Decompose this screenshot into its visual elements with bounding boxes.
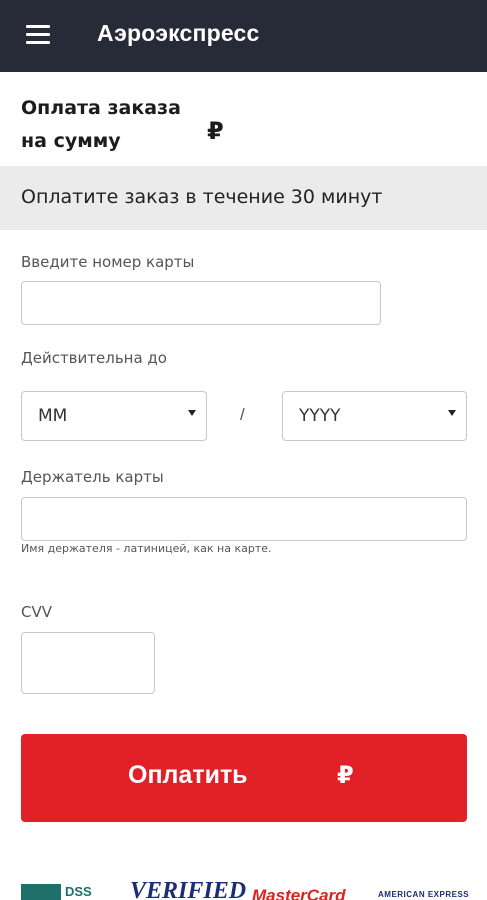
valid-until-label: Действительна до — [21, 349, 167, 367]
expiry-year-value: YYYY — [299, 406, 341, 426]
payment-logos: DSS VERIFIED MasterCard AMERICAN EXPRESS — [0, 870, 487, 900]
order-currency-symbol: ₽ — [207, 117, 224, 145]
dropdown-arrow-icon — [188, 410, 196, 416]
card-number-input[interactable] — [21, 281, 381, 325]
order-title: Оплата заказа на сумму — [21, 92, 181, 158]
cvv-label: CVV — [21, 603, 52, 621]
expiry-separator: / — [240, 405, 245, 424]
pci-dss-logo: DSS — [21, 884, 105, 900]
expiry-month-value: MM — [38, 406, 68, 426]
cvv-input[interactable] — [21, 632, 155, 694]
app-header: Аэроэкспресс — [0, 0, 487, 72]
expiry-year-select[interactable]: YYYY — [282, 391, 467, 441]
pay-button-currency: ₽ — [337, 761, 354, 789]
app-title: Аэроэкспресс — [97, 20, 260, 46]
american-express-logo: AMERICAN EXPRESS — [378, 890, 470, 899]
expiry-month-select[interactable]: MM — [21, 391, 207, 441]
card-number-label: Введите номер карты — [21, 253, 195, 271]
payment-time-notice: Оплатите заказ в течение 30 минут — [0, 166, 487, 230]
mastercard-logo: MasterCard — [252, 886, 346, 900]
hamburger-menu-icon[interactable] — [18, 22, 58, 50]
card-holder-hint: Имя держателя - латиницей, как на карте. — [21, 542, 272, 555]
verified-by-visa-logo: VERIFIED — [130, 878, 247, 900]
card-holder-input[interactable] — [21, 497, 467, 541]
notice-text: Оплатите заказ в течение 30 минут — [21, 186, 383, 208]
pay-button-label: Оплатить — [128, 761, 248, 789]
order-title-line2: на сумму — [21, 130, 121, 152]
order-title-line1: Оплата заказа — [21, 97, 181, 119]
card-holder-label: Держатель карты — [21, 468, 164, 486]
dropdown-arrow-icon — [448, 410, 456, 416]
pay-button[interactable]: Оплатить ₽ — [21, 734, 467, 822]
